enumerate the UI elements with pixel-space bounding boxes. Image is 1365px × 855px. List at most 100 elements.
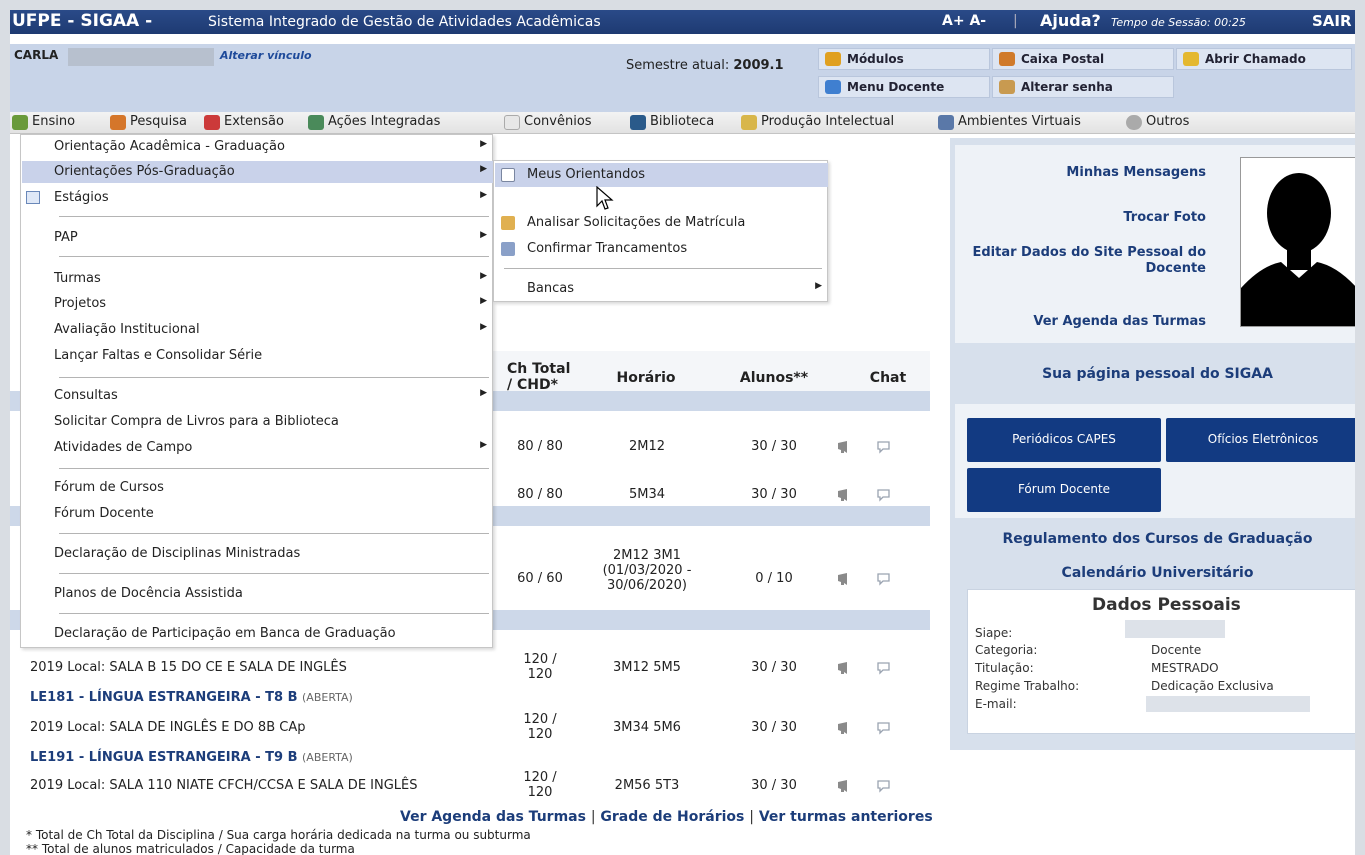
dropdown-item[interactable]: Estágios ▶ [22, 187, 493, 209]
regulamento-link[interactable]: Regulamento dos Cursos de Graduação [955, 531, 1355, 547]
menu-convenios[interactable]: Convênios [504, 114, 592, 130]
periodicos-capes-button[interactable]: Periódicos CAPES [967, 418, 1161, 462]
minhas-mensagens-link[interactable]: Minhas Mensagens [970, 165, 1206, 180]
submenu-arrow-icon: ▶ [815, 281, 822, 291]
dropdown-item[interactable]: Declaração de Participação em Banca de G… [22, 623, 493, 645]
field-label: Siape: [975, 626, 1013, 640]
profile-photo[interactable] [1240, 157, 1355, 327]
page-frame: UFPE - SIGAA - Sistema Integrado de Gest… [10, 10, 1355, 855]
turma-title-link[interactable]: LE181 - LÍNGUA ESTRANGEIRA - T8 B (ABERT… [30, 690, 353, 705]
cell-horario: 3M34 5M6 [613, 720, 681, 735]
dropdown-item[interactable]: Orientação Acadêmica - Graduação ▶ [22, 136, 493, 158]
dropdown-item[interactable]: Planos de Docência Assistida [22, 583, 493, 605]
oficios-eletronicos-button[interactable]: Ofícios Eletrônicos [1166, 418, 1355, 462]
ticket-icon [1183, 52, 1199, 66]
dropdown-item[interactable]: PAP ▶ [22, 227, 493, 249]
forum-icon[interactable] [837, 661, 851, 675]
font-size-controls[interactable]: A+ A- [942, 13, 986, 29]
header-separator: | [1013, 13, 1018, 29]
dropdown-item[interactable]: Solicitar Compra de Livros para a Biblio… [22, 411, 493, 433]
submenu-arrow-icon: ▶ [480, 139, 487, 149]
menu-docente-button[interactable]: Menu Docente [818, 76, 990, 98]
submenu-item[interactable]: Analisar Solicitações de Matrícula [495, 211, 828, 235]
ver-agenda-link[interactable]: Ver Agenda das Turmas [400, 809, 586, 825]
caixa-postal-button[interactable]: Caixa Postal [992, 48, 1174, 70]
chat-icon[interactable] [876, 661, 892, 675]
turma-local: 2019 Local: SALA DE INGLÊS E DO 8B CAp [30, 720, 306, 735]
trocar-foto-link[interactable]: Trocar Foto [970, 210, 1206, 225]
dropdown-item[interactable]: Atividades de Campo ▶ [22, 437, 493, 459]
dropdown-item-label: Atividades de Campo [54, 440, 193, 455]
dropdown-item-label: Solicitar Compra de Livros para a Biblio… [54, 414, 339, 429]
dropdown-item[interactable]: Lançar Faltas e Consolidar Série [22, 345, 493, 367]
dropdown-item[interactable]: Fórum de Cursos [22, 477, 493, 499]
dropdown-item[interactable]: Projetos ▶ [22, 293, 493, 315]
forum-icon[interactable] [837, 440, 851, 454]
chat-icon[interactable] [876, 488, 892, 502]
menu-biblioteca[interactable]: Biblioteca [630, 114, 714, 130]
submenu-item[interactable]: Meus Orientandos [495, 163, 828, 187]
turma-title-link[interactable]: LE191 - LÍNGUA ESTRANGEIRA - T9 B (ABERT… [30, 750, 353, 765]
dropdown-item[interactable]: Turmas ▶ [22, 268, 493, 290]
dropdown-item-label: Fórum Docente [54, 506, 154, 521]
submenu-arrow-icon: ▶ [480, 322, 487, 332]
menu-ambientes-virtuais[interactable]: Ambientes Virtuais [938, 114, 1081, 130]
menu-acoes-integradas[interactable]: Ações Integradas [308, 114, 441, 130]
dropdown-item[interactable]: Fórum Docente [22, 503, 493, 525]
mouse-cursor-icon [596, 186, 614, 210]
menu-separator [59, 256, 489, 257]
ver-agenda-sidebar-link[interactable]: Ver Agenda das Turmas [970, 314, 1206, 329]
calendario-link[interactable]: Calendário Universitário [955, 565, 1355, 581]
change-link-link[interactable]: Alterar vínculo [220, 49, 312, 62]
menu-ensino[interactable]: Ensino [12, 114, 75, 130]
modulos-button[interactable]: Módulos [818, 48, 990, 70]
forum-icon[interactable] [837, 721, 851, 735]
dados-pessoais-title: Dados Pessoais [1092, 595, 1241, 615]
forum-icon[interactable] [837, 779, 851, 793]
redacted-email [1146, 696, 1310, 712]
menu-pesquisa[interactable]: Pesquisa [110, 114, 187, 130]
menu-producao-intelectual[interactable]: Produção Intelectual [741, 114, 894, 130]
dropdown-item-label: Lançar Faltas e Consolidar Série [54, 348, 263, 363]
ensino-dropdown-menu: Orientação Acadêmica - Graduação ▶ Orient… [20, 134, 493, 648]
menu-extensao[interactable]: Extensão [204, 114, 284, 130]
help-link[interactable]: Ajuda? [1040, 11, 1101, 30]
dropdown-item[interactable]: Consultas ▶ [22, 385, 493, 407]
dropdown-item[interactable]: Declaração de Disciplinas Ministradas [22, 543, 493, 565]
turma-name: LE191 - LÍNGUA ESTRANGEIRA - T9 B [30, 750, 298, 765]
cell-alunos: 30 / 30 [751, 439, 797, 454]
forum-docente-button[interactable]: Fórum Docente [967, 468, 1161, 512]
chat-icon[interactable] [876, 779, 892, 793]
submenu-arrow-icon: ▶ [480, 164, 487, 174]
dropdown-item[interactable]: Avaliação Institucional ▶ [22, 319, 493, 341]
menu-docente-label: Menu Docente [847, 80, 945, 94]
field-value: Docente [1151, 643, 1202, 657]
logout-button[interactable]: SAIR [1312, 12, 1352, 30]
forum-icon[interactable] [837, 572, 851, 586]
submenu-item[interactable]: Confirmar Trancamentos [495, 237, 828, 261]
chat-icon[interactable] [876, 572, 892, 586]
top-header-bar: UFPE - SIGAA - Sistema Integrado de Gest… [10, 10, 1355, 34]
menu-outros[interactable]: Outros [1126, 114, 1189, 130]
submenu-item-label: Bancas [527, 281, 575, 296]
forum-icon[interactable] [837, 488, 851, 502]
abrir-chamado-button[interactable]: Abrir Chamado [1176, 48, 1352, 70]
field-label: Categoria: [975, 643, 1038, 657]
orientacoes-submenu: Meus Orientandos Analisar Solicitações d… [493, 160, 828, 302]
chat-icon[interactable] [876, 440, 892, 454]
editar-site-link[interactable]: Editar Dados do Site Pessoal do Docente [958, 245, 1206, 277]
footnote: ** Total de alunos matriculados / Capaci… [26, 842, 355, 855]
app-title: UFPE - SIGAA - [12, 11, 153, 31]
chat-icon[interactable] [876, 721, 892, 735]
dropdown-item[interactable]: Orientações Pós-Graduação ▶ [22, 161, 493, 183]
menu-acoes-integradas-label: Ações Integradas [328, 114, 441, 129]
turmas-anteriores-link[interactable]: Ver turmas anteriores [759, 809, 933, 825]
dropdown-item-label: Avaliação Institucional [54, 322, 200, 337]
alterar-senha-button[interactable]: Alterar senha [992, 76, 1174, 98]
field-label: Regime Trabalho: [975, 679, 1080, 693]
submenu-item[interactable]: Bancas ▶ [495, 277, 828, 301]
cell-alunos: 0 / 10 [755, 571, 793, 586]
grade-horarios-link[interactable]: Grade de Horários [600, 809, 744, 825]
dropdown-item-label: Orientações Pós-Graduação [54, 164, 235, 179]
pagina-pessoal-link[interactable]: Sua página pessoal do SIGAA [955, 366, 1355, 382]
